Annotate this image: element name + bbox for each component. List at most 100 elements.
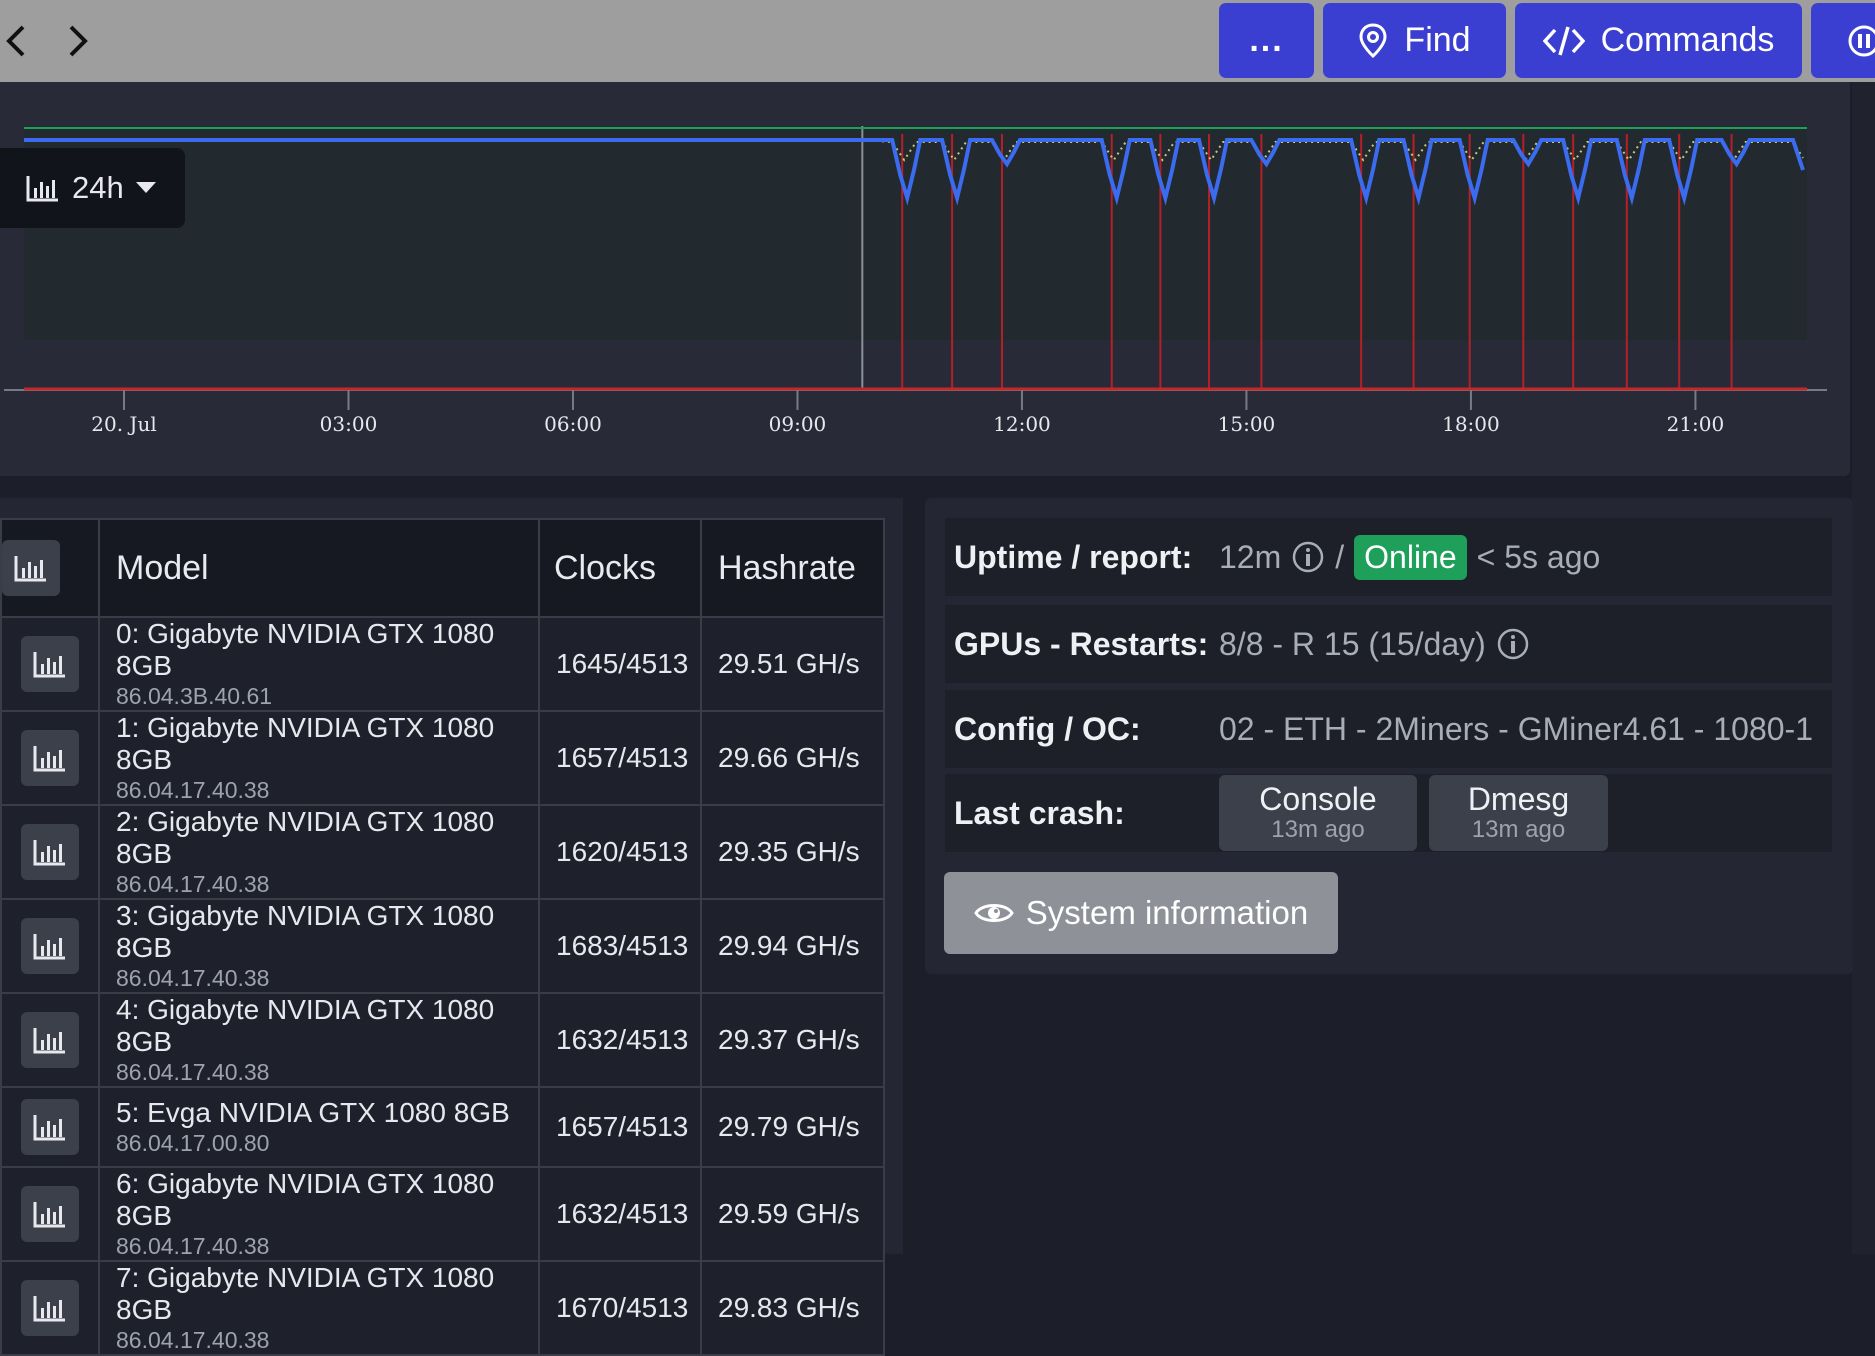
- table-row: 7: Gigabyte NVIDIA GTX 1080 8GB 86.04.17.…: [0, 1260, 885, 1356]
- more-button[interactable]: ...: [1219, 3, 1314, 78]
- hashrate-chart-panel: 20. Jul 03:00 06:00 09:00 12:00 15:00 18:00 21:…: [0, 82, 1850, 476]
- column-header-hashrate[interactable]: Hashrate: [700, 518, 885, 618]
- clocks-cell: 1620/4513: [538, 804, 702, 900]
- gpu-bios-version: 86.04.17.40.38: [116, 777, 270, 803]
- forward-arrow-icon[interactable]: [58, 20, 98, 62]
- uptime-label: Uptime / report:: [954, 538, 1193, 575]
- code-icon: [1542, 26, 1585, 55]
- gpu-chart-button[interactable]: [21, 1012, 79, 1068]
- chart-bar-icon: [14, 556, 46, 582]
- config-value[interactable]: 02 - ETH - 2Miners - GMiner4.61 - 1080-1: [1219, 711, 1813, 748]
- gpus-restarts-row: GPUs - Restarts: 8/8 - R 15 (15/day): [945, 605, 1832, 683]
- gpu-model-name: 1: Gigabyte NVIDIA GTX 1080 8GB: [116, 712, 495, 775]
- gpu-bios-version: 86.04.3B.40.61: [116, 683, 273, 709]
- config-label: Config / OC:: [954, 710, 1141, 747]
- uptime-value: 12m: [1219, 538, 1282, 575]
- top-toolbar: ... Find Commands: [0, 0, 1875, 82]
- model-cell: 3: Gigabyte NVIDIA GTX 1080 8GB 86.04.17.…: [98, 898, 540, 994]
- gpu-bios-version: 86.04.17.40.38: [116, 965, 270, 991]
- gpu-model-name: 0: Gigabyte NVIDIA GTX 1080 8GB: [116, 618, 495, 681]
- gpu-chart-button[interactable]: [21, 730, 79, 786]
- gpu-bios-version: 86.04.17.00.80: [116, 1130, 270, 1156]
- table-row: 1: Gigabyte NVIDIA GTX 1080 8GB 86.04.17.…: [0, 710, 885, 806]
- gpu-chart-button[interactable]: [21, 1099, 79, 1155]
- info-icon[interactable]: [1291, 540, 1325, 574]
- hashrate-cell: 29.51 GH/s: [700, 616, 885, 712]
- chart-bar-icon: [33, 1296, 65, 1322]
- range-select-button[interactable]: 24h: [0, 148, 185, 228]
- clocks-cell: 1645/4513: [538, 616, 702, 712]
- clocks-cell: 1657/4513: [538, 710, 702, 806]
- chart-bar-icon: [33, 1202, 65, 1228]
- x-tick-label: 15:00: [1218, 412, 1276, 436]
- system-information-button[interactable]: System information: [944, 872, 1338, 954]
- table-row: 5: Evga NVIDIA GTX 1080 8GB 86.04.17.00.8…: [0, 1086, 885, 1168]
- gpu-bios-version: 86.04.17.40.38: [116, 871, 270, 897]
- uptime-row: Uptime / report: 12m / Online < 5s ago: [945, 518, 1832, 596]
- gpu-chart-button[interactable]: [21, 918, 79, 974]
- gpu-model-name: 7: Gigabyte NVIDIA GTX 1080 8GB: [116, 1262, 495, 1325]
- column-header-model[interactable]: Model: [98, 518, 540, 618]
- info-icon[interactable]: [1496, 627, 1530, 661]
- x-tick-label: 09:00: [769, 412, 827, 436]
- find-button[interactable]: Find: [1323, 3, 1506, 78]
- dmesg-log-button[interactable]: Dmesg 13m ago: [1429, 775, 1608, 851]
- chart-bar-icon: [26, 176, 58, 202]
- clocks-cell: 1657/4513: [538, 1086, 702, 1168]
- pause-icon: [1848, 25, 1875, 56]
- console-log-button[interactable]: Console 13m ago: [1219, 775, 1417, 851]
- pause-button[interactable]: [1811, 3, 1875, 78]
- hashrate-cell: 29.66 GH/s: [700, 710, 885, 806]
- gpu-chart-button[interactable]: [21, 636, 79, 692]
- column-header-clocks[interactable]: Clocks: [538, 518, 702, 618]
- gpu-chart-button[interactable]: [21, 1280, 79, 1336]
- crash-label: Last crash:: [954, 794, 1125, 831]
- row-chart-cell: [0, 1260, 100, 1356]
- dmesg-label: Dmesg: [1467, 781, 1570, 817]
- table-row: 3: Gigabyte NVIDIA GTX 1080 8GB 86.04.17.…: [0, 898, 885, 994]
- gpu-model-name: 4: Gigabyte NVIDIA GTX 1080 8GB: [116, 994, 495, 1057]
- chart-bar-icon: [33, 934, 65, 960]
- commands-label: Commands: [1600, 21, 1775, 59]
- x-tick-label: 20. Jul: [91, 412, 156, 436]
- hashrate-chart: 20. Jul 03:00 06:00 09:00 12:00 15:00 18:00 21:…: [4, 126, 1827, 436]
- model-cell: 0: Gigabyte NVIDIA GTX 1080 8GB 86.04.3B.…: [98, 616, 540, 712]
- config-row: Config / OC: 02 - ETH - 2Miners - GMiner…: [945, 690, 1832, 768]
- gpu-model-name: 6: Gigabyte NVIDIA GTX 1080 8GB: [116, 1168, 495, 1231]
- gpu-bios-version: 86.04.17.40.38: [116, 1233, 270, 1259]
- model-cell: 2: Gigabyte NVIDIA GTX 1080 8GB 86.04.17.…: [98, 804, 540, 900]
- all-gpu-chart-button[interactable]: [2, 540, 60, 596]
- commands-button[interactable]: Commands: [1515, 3, 1802, 78]
- clocks-cell: 1683/4513: [538, 898, 702, 994]
- header-chart-cell: [0, 518, 100, 618]
- x-tick-label: 18:00: [1442, 412, 1500, 436]
- gpu-model-name: 2: Gigabyte NVIDIA GTX 1080 8GB: [116, 806, 495, 869]
- table-row: 0: Gigabyte NVIDIA GTX 1080 8GB 86.04.3B.…: [0, 616, 885, 712]
- status-badge: Online: [1354, 534, 1467, 580]
- row-chart-cell: [0, 1166, 100, 1262]
- row-chart-cell: [0, 1086, 100, 1168]
- hashrate-cell: 29.37 GH/s: [700, 992, 885, 1088]
- report-age: < 5s ago: [1476, 538, 1601, 575]
- sysinfo-label: System information: [1025, 894, 1309, 931]
- eye-icon: [974, 904, 1014, 922]
- row-chart-cell: [0, 710, 100, 806]
- hashrate-cell: 29.94 GH/s: [700, 898, 885, 994]
- x-tick-label: 06:00: [544, 412, 602, 436]
- right-scroll-edge: [1852, 82, 1875, 1254]
- row-chart-cell: [0, 992, 100, 1088]
- gpu-chart-button[interactable]: [21, 1186, 79, 1242]
- range-label: 24h: [72, 170, 124, 205]
- back-arrow-icon[interactable]: [0, 20, 36, 62]
- gpus-label: GPUs - Restarts:: [954, 625, 1209, 662]
- uptime-separator: /: [1335, 538, 1345, 575]
- table-row: 2: Gigabyte NVIDIA GTX 1080 8GB 86.04.17.…: [0, 804, 885, 900]
- hashrate-cell: 29.59 GH/s: [700, 1166, 885, 1262]
- gpu-table: Model Clocks Hashrate 0: Gigabyte NVIDIA…: [0, 518, 885, 1356]
- x-tick-label: 12:00: [993, 412, 1051, 436]
- more-label: ...: [1249, 21, 1284, 59]
- clocks-cell: 1632/4513: [538, 1166, 702, 1262]
- gpu-chart-button[interactable]: [21, 824, 79, 880]
- x-tick-label: 03:00: [320, 412, 378, 436]
- gpu-model-name: 5: Evga NVIDIA GTX 1080 8GB: [116, 1097, 510, 1128]
